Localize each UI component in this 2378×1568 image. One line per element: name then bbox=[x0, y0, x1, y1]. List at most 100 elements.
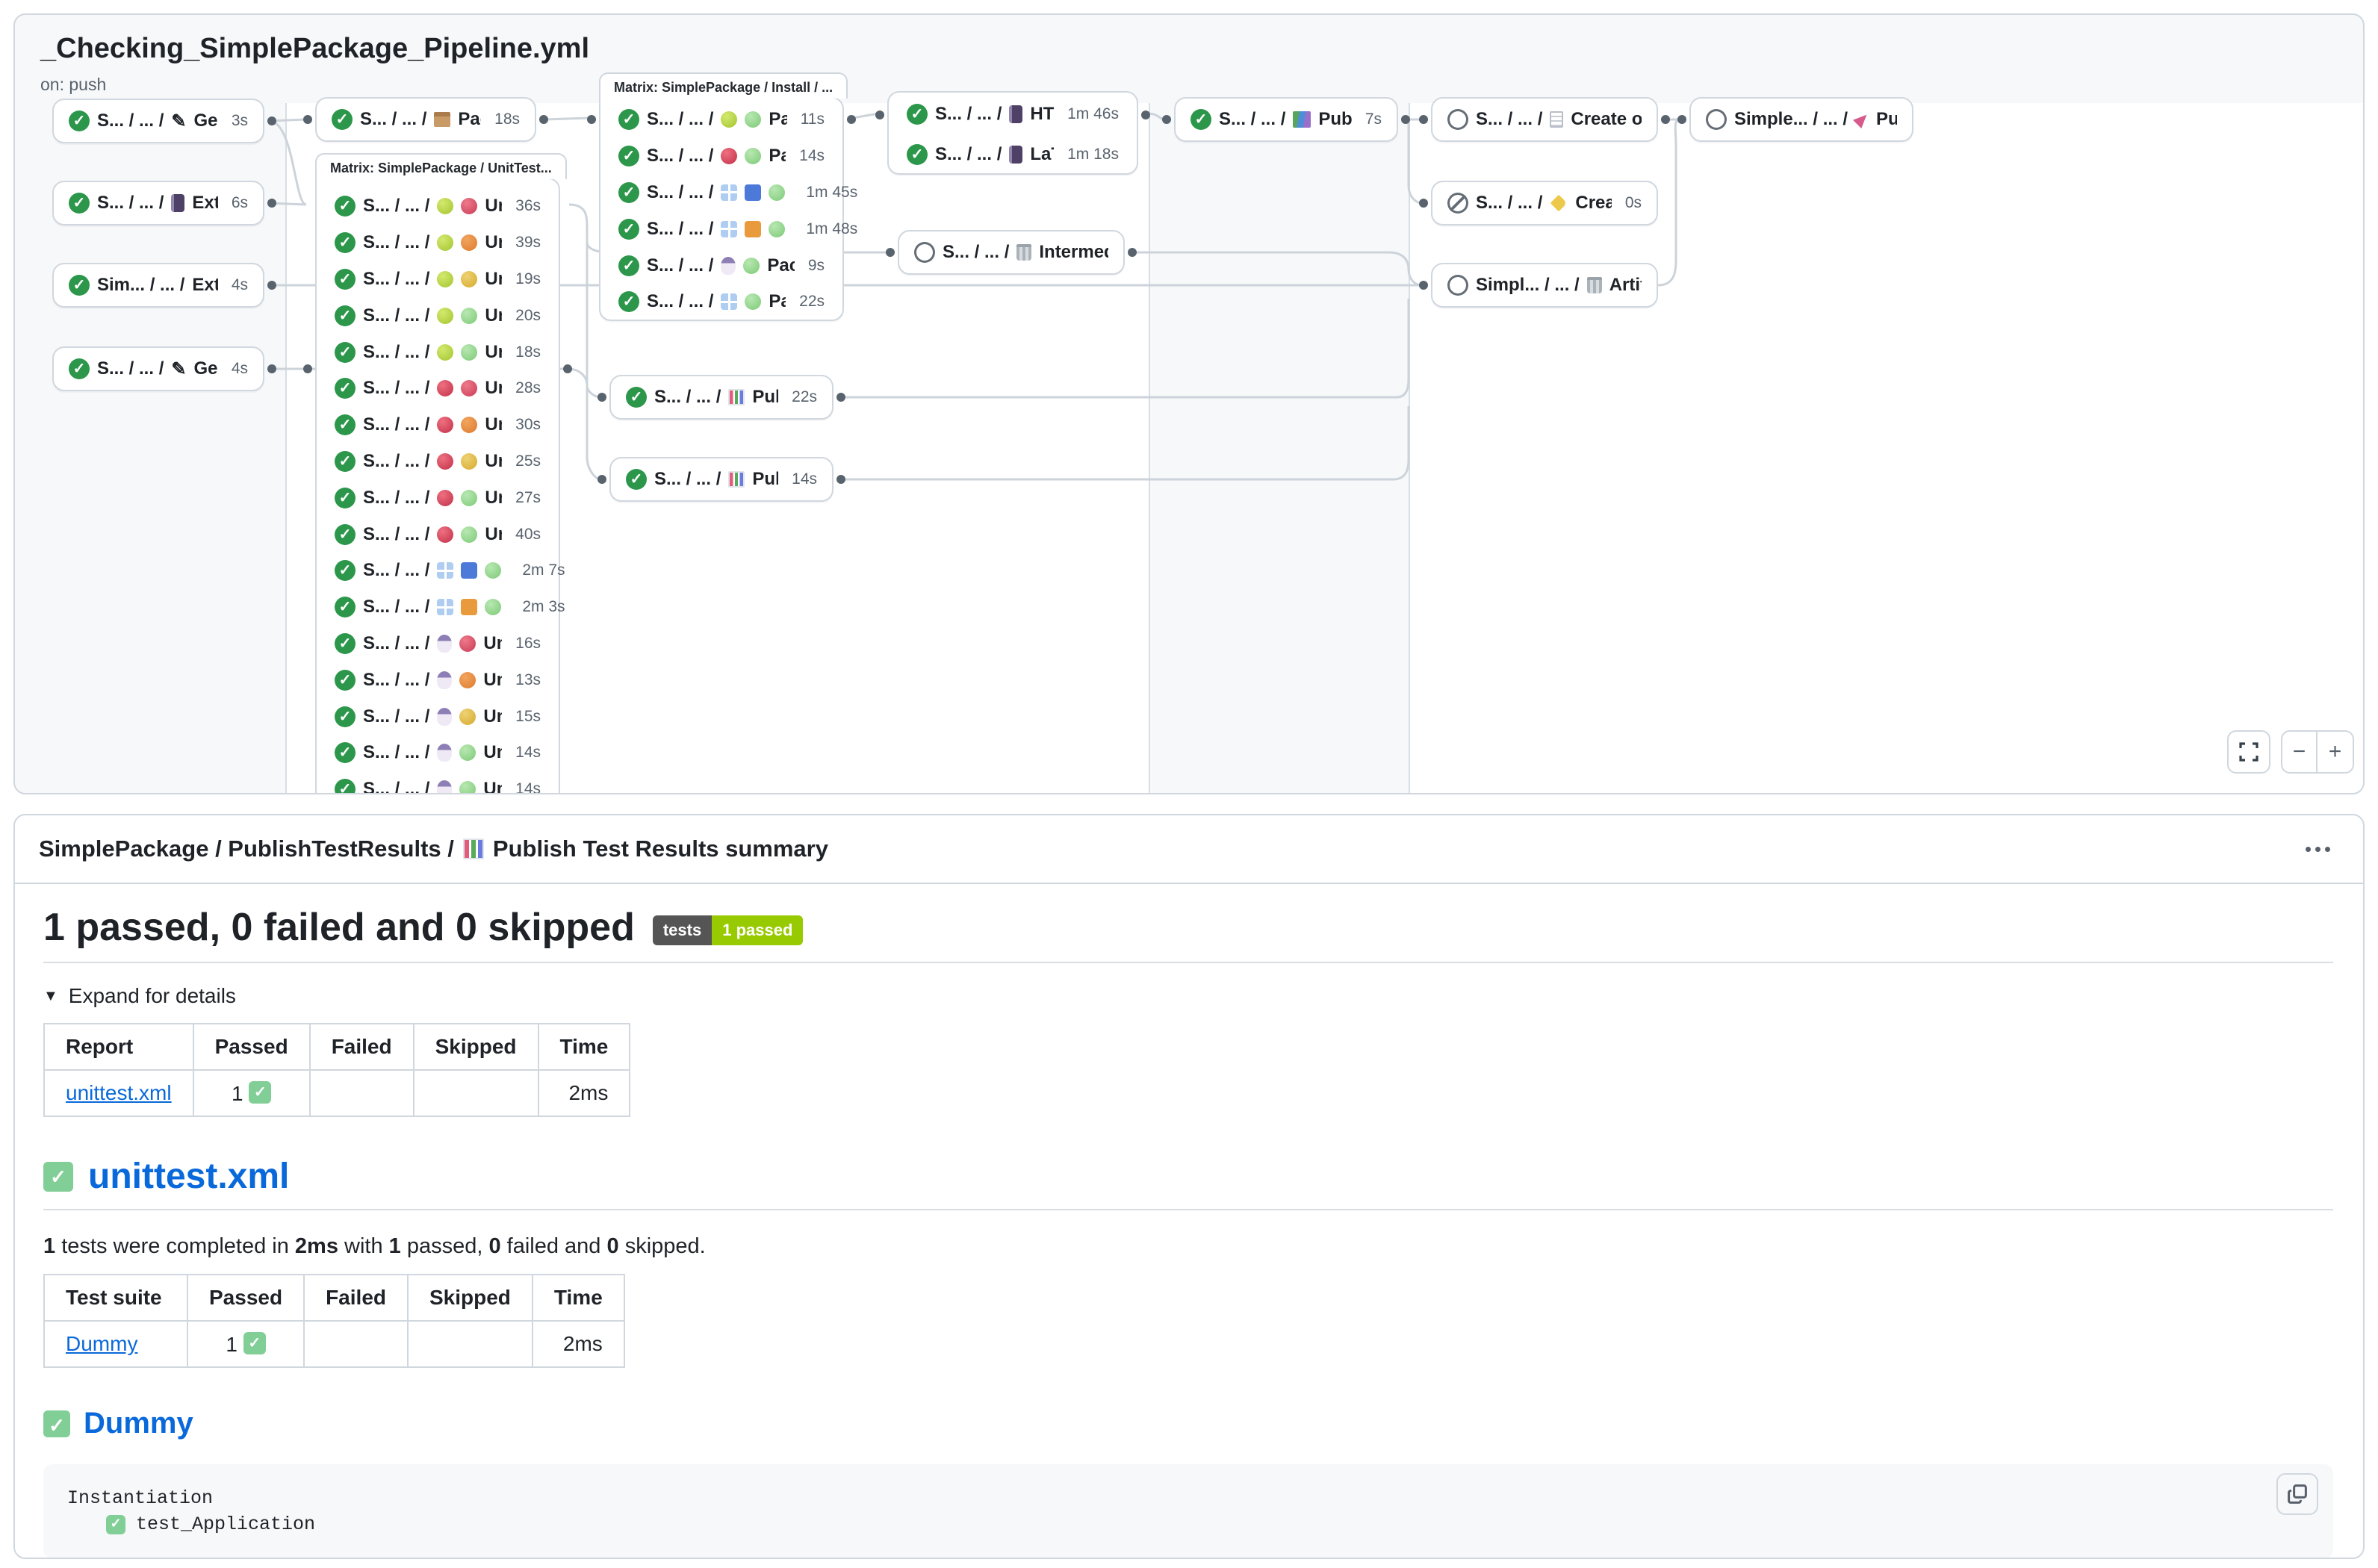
matrix-job-row[interactable]: S... / ... / Unit Tests - ... 20s bbox=[317, 297, 559, 334]
job-prefix: S... / ... / bbox=[647, 291, 713, 312]
connector-dot bbox=[563, 364, 572, 373]
job-name: Generate pipelin... bbox=[193, 111, 217, 131]
os-icon bbox=[437, 453, 453, 470]
matrix-job-row[interactable]: S... / ... / Unit Tests - ... 40s bbox=[317, 516, 559, 553]
zoom-in-button[interactable]: + bbox=[2318, 732, 2353, 772]
job-node-intermediate-artifacts[interactable]: S... / ... / Intermediate Artifa... bbox=[898, 230, 1125, 275]
matrix-job-row[interactable]: S... / ... / Unit Tests - ... 36s bbox=[317, 188, 559, 225]
job-name: Unit Tests - ... bbox=[485, 232, 502, 253]
file-heading-link[interactable]: unittest.xml bbox=[88, 1156, 289, 1197]
job-name: Unit Tests - ... bbox=[483, 633, 502, 654]
matrix-job-row[interactable]: S... / ... / Packa... 1m 48s bbox=[600, 211, 842, 247]
fullscreen-button[interactable] bbox=[2227, 730, 2270, 774]
job-duration: 20s bbox=[509, 307, 541, 325]
col-failed: Failed bbox=[304, 1275, 408, 1321]
matrix-job-row[interactable]: S... / ... / Unit Tests - ... 30s bbox=[317, 407, 559, 444]
job-name: Artifact Cleanup bbox=[1609, 275, 1642, 296]
pending-icon bbox=[914, 242, 935, 263]
connector-dot bbox=[847, 115, 856, 124]
os-icon bbox=[721, 257, 736, 275]
test-case-name: test_Application bbox=[136, 1511, 315, 1537]
result-heading: 1 passed, 0 failed and 0 skipped tests 1… bbox=[43, 905, 2333, 963]
matrix-job-row[interactable]: S... / ... / Unit Tests - ... 25s bbox=[317, 444, 559, 480]
matrix-job-row[interactable]: S... / ... / Packa... 1m 45s bbox=[600, 175, 842, 211]
bar-chart-icon bbox=[728, 471, 745, 488]
copy-button[interactable] bbox=[2276, 1473, 2318, 1515]
job-node-generate-pipeline-1[interactable]: S... / ... / Generate pipelin... 3s bbox=[52, 99, 264, 143]
job-duration: 9s bbox=[802, 257, 825, 275]
variant-icon bbox=[743, 258, 760, 274]
connector-dot bbox=[303, 364, 312, 373]
test-class-name: Instantiation bbox=[67, 1485, 2309, 1511]
job-node-generate-pipeline-2[interactable]: S... / ... / Generate pipelin... 4s bbox=[52, 346, 264, 391]
job-name: Create tag '${{ in... bbox=[1575, 193, 1611, 214]
os-icon bbox=[437, 490, 453, 506]
matrix-job-row[interactable]: S... / ... / Package ins... 14s bbox=[600, 138, 842, 175]
matrix-job-row[interactable]: S... / ... / Unit Tests - ... 18s bbox=[317, 334, 559, 370]
matrix-job-row[interactable]: S... / ... / Package ins... 22s bbox=[600, 284, 842, 320]
success-icon bbox=[335, 633, 356, 654]
job-node-create-tag[interactable]: S... / ... / Create tag '${{ in... 0s bbox=[1431, 181, 1658, 225]
zoom-out-button[interactable]: − bbox=[2282, 732, 2318, 772]
job-prefix: S... / ... / bbox=[1219, 109, 1285, 130]
matrix-job-row[interactable]: S... / ... / Unit Tests - ... 27s bbox=[317, 479, 559, 516]
matrix-group-label[interactable]: Matrix: SimplePackage / UnitTest... bbox=[315, 153, 567, 179]
job-prefix: S... / ... / bbox=[935, 104, 1002, 125]
matrix-job-row[interactable]: S... / ... / Unit T... 2m 3s bbox=[317, 589, 559, 626]
job-name: LaTeX Docu... bbox=[1030, 144, 1054, 165]
notebook-icon bbox=[1009, 146, 1022, 164]
success-icon bbox=[335, 706, 356, 727]
matrix-job-row[interactable]: S... / ... / Unit Tests - ... 13s bbox=[317, 662, 559, 698]
success-icon bbox=[69, 275, 90, 296]
job-node-create-or-update-release[interactable]: S... / ... / Create or Update R... bbox=[1431, 97, 1658, 142]
matrix-job-row[interactable]: S... / ... / Unit T... 2m 7s bbox=[317, 553, 559, 589]
matrix-job-row[interactable]: S... / ... / Package ins... 11s bbox=[600, 102, 842, 138]
success-icon bbox=[335, 670, 356, 691]
pending-icon bbox=[1706, 109, 1727, 130]
pending-icon bbox=[1447, 275, 1468, 296]
notebook-icon bbox=[171, 194, 184, 212]
matrix-group-label[interactable]: Matrix: SimplePackage / Install / ... bbox=[599, 72, 848, 99]
badge-value: 1 passed bbox=[712, 915, 803, 945]
variant-icon bbox=[461, 526, 477, 543]
report-link[interactable]: unittest.xml bbox=[66, 1081, 172, 1104]
matrix-job-row[interactable]: S... / ... / LaTeX Docu... 1m 18s bbox=[889, 134, 1137, 175]
matrix-job-row[interactable]: S... / ... / Unit Tests - ... 15s bbox=[317, 698, 559, 735]
job-node-extract-config[interactable]: S... / ... / Extract configur... 6s bbox=[52, 181, 264, 225]
matrix-job-row[interactable]: S... / ... / Package inst... 9s bbox=[600, 247, 842, 284]
job-prefix: S... / ... / bbox=[363, 560, 429, 581]
matrix-job-row[interactable]: S... / ... / Unit Tests - ... 39s bbox=[317, 225, 559, 261]
success-icon bbox=[626, 469, 647, 490]
suite-heading-link[interactable]: Dummy bbox=[84, 1407, 193, 1440]
job-node-publish-test-results[interactable]: S... / ... / Publish Test Re... 14s bbox=[609, 457, 833, 502]
python-version-icon bbox=[769, 221, 785, 237]
matrix-job-row[interactable]: S... / ... / Unit Tests - ... 14s bbox=[317, 771, 559, 794]
job-node-package-in-source[interactable]: S... / ... / Package in Sou... 18s bbox=[315, 97, 536, 142]
variant-icon bbox=[745, 184, 761, 201]
job-node-artifact-cleanup[interactable]: Simpl... / ... / Artifact Cleanup bbox=[1431, 263, 1658, 308]
matrix-job-row[interactable]: S... / ... / Unit Tests - ... 16s bbox=[317, 626, 559, 662]
job-node-publish-code-coverage[interactable]: S... / ... / Publish Code C... 22s bbox=[609, 375, 833, 420]
suite-link[interactable]: Dummy bbox=[66, 1332, 137, 1355]
matrix-job-row[interactable]: S... / ... / Unit Tests - ... 19s bbox=[317, 261, 559, 298]
job-duration: 11s bbox=[795, 111, 825, 128]
job-duration: 7s bbox=[1359, 111, 1382, 128]
bar-chart-icon bbox=[463, 839, 484, 859]
variant-icon bbox=[461, 453, 477, 470]
job-prefix: S... / ... / bbox=[935, 144, 1002, 165]
matrix-group-install: Matrix: SimplePackage / Install / ... S.… bbox=[599, 97, 844, 321]
job-duration: 27s bbox=[509, 489, 541, 507]
job-node-publish-gh-pages[interactable]: S... / ... / Publish to GH-P... 7s bbox=[1174, 97, 1398, 142]
job-node-extract-information[interactable]: Sim... / ... / Extract Information 4s bbox=[52, 263, 264, 308]
matrix-job-row[interactable]: S... / ... / Unit Tests - ... 14s bbox=[317, 735, 559, 771]
failed-count bbox=[310, 1070, 414, 1116]
kebab-menu-button[interactable] bbox=[2297, 838, 2339, 861]
success-icon bbox=[907, 144, 928, 165]
job-node-publish-to-pypi[interactable]: Simple... / ... / Publish to PyPI bbox=[1689, 97, 1913, 142]
matrix-job-row[interactable]: S... / ... / Unit Tests - ... 28s bbox=[317, 370, 559, 407]
matrix-job-row[interactable]: S... / ... / HTML Docu... 1m 46s bbox=[889, 94, 1137, 134]
variant-icon bbox=[745, 221, 761, 237]
expand-details-toggle[interactable]: ▼ Expand for details bbox=[43, 984, 2333, 1008]
skipped-count bbox=[414, 1070, 538, 1116]
result-text: 1 passed, 0 failed and 0 skipped bbox=[43, 905, 635, 950]
